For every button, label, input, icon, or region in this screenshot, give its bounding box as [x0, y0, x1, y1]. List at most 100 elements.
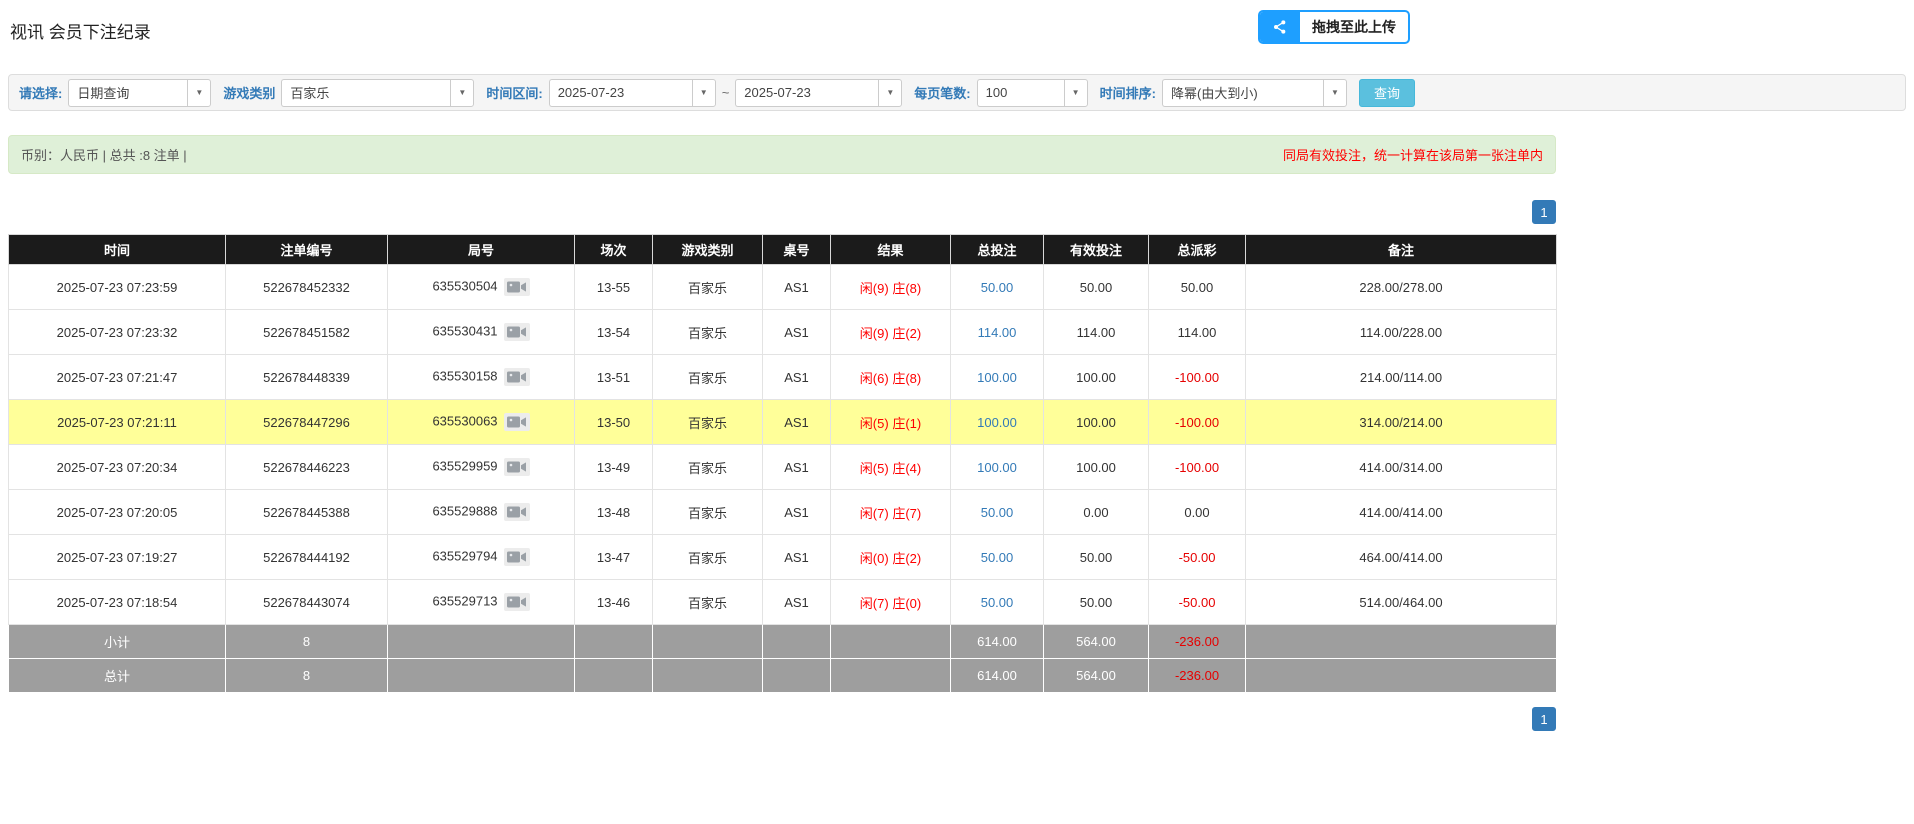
footer-cell [763, 625, 831, 659]
round-id: 635529794 [432, 548, 497, 563]
time-cell: 2025-07-23 07:21:11 [9, 400, 226, 445]
footer-cell: 614.00 [951, 659, 1044, 693]
chevron-down-icon[interactable]: ▼ [692, 79, 716, 107]
result-banker: 庄(2) [892, 326, 921, 341]
footer-cell: 564.00 [1044, 625, 1149, 659]
video-replay-icon[interactable] [504, 593, 530, 611]
table-no-cell: AS1 [763, 490, 831, 535]
game-category-select[interactable]: 百家乐 ▼ [281, 79, 474, 107]
payout-cell: 50.00 [1149, 265, 1246, 310]
footer-cell [1246, 659, 1557, 693]
chevron-down-icon[interactable]: ▼ [1323, 79, 1347, 107]
game-category-cell: 百家乐 [653, 310, 763, 355]
total-bet-link[interactable]: 50.00 [951, 490, 1044, 535]
video-replay-icon[interactable] [504, 368, 530, 386]
session-cell: 13-50 [575, 400, 653, 445]
upload-dropzone[interactable]: 拖拽至此上传 [1258, 10, 1410, 44]
total-bet-link[interactable]: 114.00 [951, 310, 1044, 355]
page-title: 视讯 会员下注纪录 [10, 18, 1906, 43]
round-cell: 635530431 [388, 310, 575, 355]
filter-bar: 请选择: 日期查询 ▼ 游戏类别 百家乐 ▼ 时间区间: 2025-07-23 … [8, 74, 1906, 111]
bet-id-cell: 522678452332 [226, 265, 388, 310]
chevron-down-icon[interactable]: ▼ [878, 79, 902, 107]
table-row: 2025-07-23 07:18:54522678443074635529713… [9, 580, 1557, 625]
video-replay-icon[interactable] [504, 413, 530, 431]
column-header: 桌号 [763, 235, 831, 265]
video-replay-icon[interactable] [504, 503, 530, 521]
summary-note-text: 同局有效投注，统一计算在该局第一张注单内 [1283, 145, 1543, 164]
payout-cell: -100.00 [1149, 355, 1246, 400]
video-replay-icon[interactable] [504, 548, 530, 566]
page-button-1[interactable]: 1 [1532, 707, 1556, 731]
page-size-label: 每页笔数: [914, 83, 970, 102]
round-id: 635529713 [432, 593, 497, 608]
remark-cell: 514.00/464.00 [1246, 580, 1557, 625]
column-header: 时间 [9, 235, 226, 265]
query-type-select[interactable]: 日期查询 ▼ [68, 79, 211, 107]
total-bet-link[interactable]: 50.00 [951, 535, 1044, 580]
valid-bet-cell: 50.00 [1044, 535, 1149, 580]
round-id: 635529888 [432, 503, 497, 518]
table-body: 2025-07-23 07:23:59522678452332635530504… [9, 265, 1557, 625]
date-range-label: 时间区间: [486, 83, 542, 102]
footer-cell [763, 659, 831, 693]
session-cell: 13-51 [575, 355, 653, 400]
table-no-cell: AS1 [763, 535, 831, 580]
result-cell: 闲(9) 庄(2) [831, 310, 951, 355]
remark-cell: 414.00/314.00 [1246, 445, 1557, 490]
time-cell: 2025-07-23 07:20:34 [9, 445, 226, 490]
bet-id-cell: 522678447296 [226, 400, 388, 445]
payout-cell: 114.00 [1149, 310, 1246, 355]
payout-cell: -50.00 [1149, 535, 1246, 580]
payout-cell: -100.00 [1149, 400, 1246, 445]
chevron-down-icon[interactable]: ▼ [1064, 79, 1088, 107]
video-replay-icon[interactable] [504, 458, 530, 476]
table-no-cell: AS1 [763, 400, 831, 445]
page-size-select[interactable]: 100 ▼ [977, 79, 1088, 107]
footer-cell [653, 659, 763, 693]
payout-cell: -100.00 [1149, 445, 1246, 490]
date-to-select[interactable]: 2025-07-23 ▼ [735, 79, 902, 107]
footer-cell [831, 659, 951, 693]
chevron-down-icon[interactable]: ▼ [187, 79, 211, 107]
time-cell: 2025-07-23 07:23:32 [9, 310, 226, 355]
remark-cell: 228.00/278.00 [1246, 265, 1557, 310]
total-bet-link[interactable]: 50.00 [951, 580, 1044, 625]
table-row: 2025-07-23 07:23:59522678452332635530504… [9, 265, 1557, 310]
session-cell: 13-47 [575, 535, 653, 580]
video-replay-icon[interactable] [504, 323, 530, 341]
date-range-separator: ~ [722, 85, 730, 100]
upload-label: 拖拽至此上传 [1300, 12, 1408, 42]
round-id: 635530158 [432, 368, 497, 383]
sort-value[interactable]: 降幂(由大到小) [1162, 79, 1323, 107]
session-cell: 13-48 [575, 490, 653, 535]
sort-select[interactable]: 降幂(由大到小) ▼ [1162, 79, 1347, 107]
date-to-value[interactable]: 2025-07-23 [735, 79, 878, 107]
round-cell: 635530158 [388, 355, 575, 400]
round-id: 635530063 [432, 413, 497, 428]
search-button[interactable]: 查询 [1359, 79, 1415, 107]
date-from-select[interactable]: 2025-07-23 ▼ [549, 79, 716, 107]
game-category-value[interactable]: 百家乐 [281, 79, 450, 107]
date-from-value[interactable]: 2025-07-23 [549, 79, 692, 107]
game-category-cell: 百家乐 [653, 265, 763, 310]
game-category-label: 游戏类别 [223, 83, 275, 102]
session-cell: 13-54 [575, 310, 653, 355]
table-no-cell: AS1 [763, 265, 831, 310]
total-bet-link[interactable]: 100.00 [951, 355, 1044, 400]
round-cell: 635529888 [388, 490, 575, 535]
query-type-value[interactable]: 日期查询 [68, 79, 187, 107]
bet-id-cell: 522678446223 [226, 445, 388, 490]
total-bet-link[interactable]: 100.00 [951, 400, 1044, 445]
round-cell: 635530504 [388, 265, 575, 310]
footer-cell [653, 625, 763, 659]
total-bet-link[interactable]: 100.00 [951, 445, 1044, 490]
total-bet-link[interactable]: 50.00 [951, 265, 1044, 310]
page-size-value[interactable]: 100 [977, 79, 1064, 107]
round-id: 635529959 [432, 458, 497, 473]
video-replay-icon[interactable] [504, 278, 530, 296]
valid-bet-cell: 100.00 [1044, 445, 1149, 490]
round-cell: 635529713 [388, 580, 575, 625]
chevron-down-icon[interactable]: ▼ [450, 79, 474, 107]
page-button-1[interactable]: 1 [1532, 200, 1556, 224]
